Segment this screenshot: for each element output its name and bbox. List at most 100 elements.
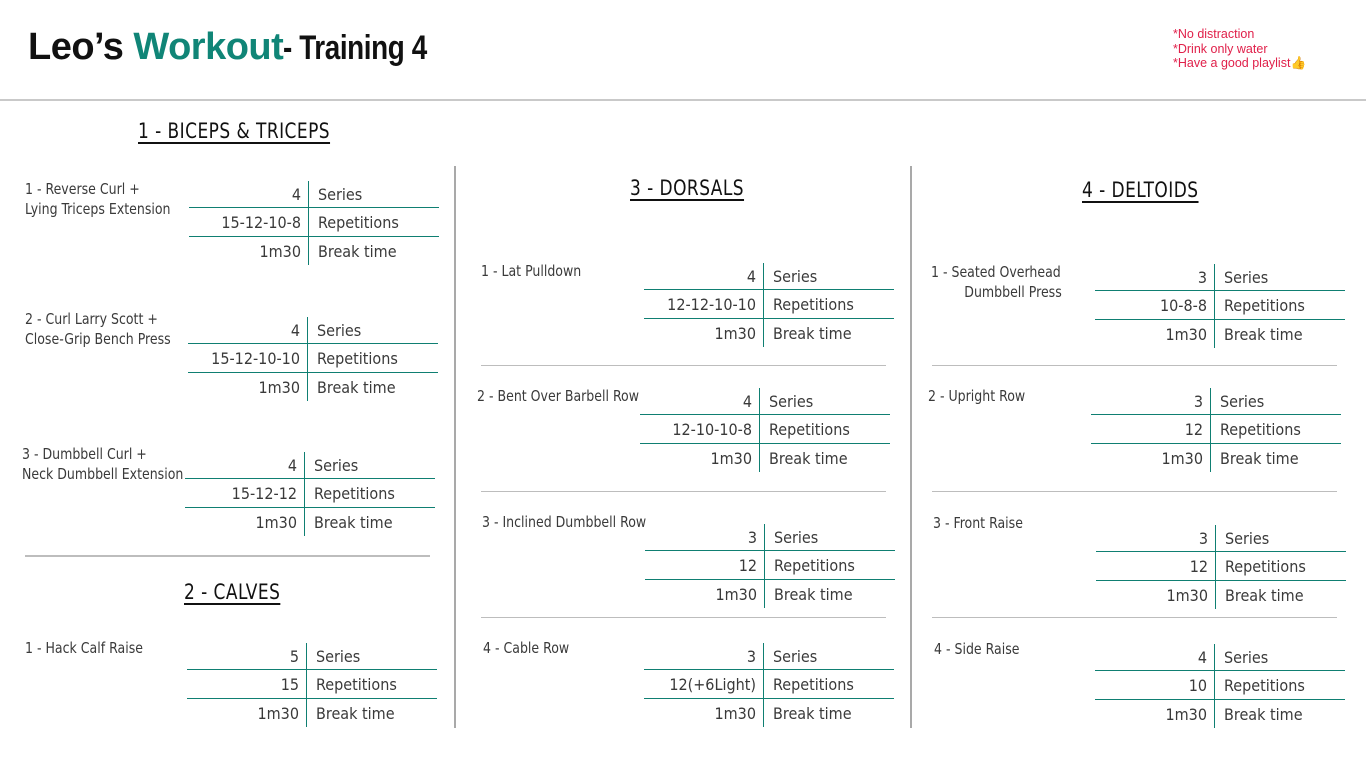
exercise-name: 4 - Side Raise (934, 640, 1019, 660)
exercise-name-line: 4 - Cable Row (483, 639, 570, 657)
exercise-label: Break time (769, 448, 848, 468)
exercise-name-line: Neck Dumbbell Extension (22, 464, 184, 483)
exercise-label: Series (773, 266, 818, 286)
exercise-table: 4 Series 10 Repetitions 1m30 Break time (1095, 644, 1345, 728)
exercise-value: 1m30 (644, 319, 764, 347)
series-row: 3 Series (1095, 264, 1345, 291)
exercise-label: Series (314, 455, 359, 475)
exercise-name: 3 - Front Raise (933, 514, 1023, 534)
exercise-value: 3 (644, 643, 764, 669)
exercise-table: 4 Series 12-12-10-10 Repetitions 1m30 Break t… (644, 263, 894, 347)
series-row: 4 Series (188, 317, 438, 344)
exercise-name-line: 1 - Lat Pulldown (481, 262, 582, 280)
exercise-value: 15-12-10-10 (188, 344, 308, 372)
exercise-value: 4 (644, 263, 764, 289)
repetitions-row: 12-10-10-8 Repetitions (640, 415, 890, 444)
repetitions-row: 12 Repetitions (1096, 552, 1346, 581)
exercise-value: 4 (185, 452, 305, 478)
exercise-label: Break time (774, 584, 853, 604)
break-time-row: 1m30 Break time (645, 580, 895, 608)
exercise-value: 1m30 (188, 373, 308, 401)
break-time-row: 1m30 Break time (1091, 444, 1341, 472)
exercise-label: Break time (773, 703, 852, 723)
title-accent: Workout (133, 26, 284, 68)
repetitions-row: 15-12-12 Repetitions (185, 479, 435, 508)
tips-notes: *No distraction *Drink only water *Have … (1173, 27, 1306, 71)
exercise-value: 1m30 (644, 699, 764, 727)
exercise-value: 4 (640, 388, 760, 414)
exercise-table: 3 Series 12 Repetitions 1m30 Break time (645, 524, 895, 608)
exercise-name: 2 - Curl Larry Scott + Close-Grip Bench P… (25, 310, 171, 349)
break-time-row: 1m30 Break time (640, 444, 890, 472)
exercise-name-line: 2 - Curl Larry Scott + (25, 310, 158, 328)
exercise-label: Series (1225, 528, 1270, 548)
note-item: *No distraction (1173, 27, 1255, 41)
exercise-label: Repetitions (769, 419, 850, 439)
exercise-value: 15-12-12 (185, 479, 305, 507)
exercise-label: Repetitions (1224, 295, 1305, 315)
repetitions-row: 15-12-10-8 Repetitions (189, 208, 439, 237)
exercise-name-line: Lying Triceps Extension (25, 199, 171, 218)
exercise-divider (481, 491, 886, 492)
exercise-value: 1m30 (1096, 581, 1216, 609)
exercise-label: Repetitions (773, 674, 854, 694)
exercise-table: 4 Series 15-12-12 Repetitions 1m30 Break time (185, 452, 435, 536)
exercise-name-line: 3 - Front Raise (933, 514, 1023, 532)
title-suffix: - Training 4 (283, 29, 428, 67)
repetitions-row: 12 Repetitions (645, 551, 895, 580)
exercise-divider (932, 365, 1337, 366)
exercise-value: 5 (187, 643, 307, 669)
series-row: 4 Series (640, 388, 890, 415)
exercise-label: Break time (1224, 704, 1303, 724)
break-time-row: 1m30 Break time (644, 699, 894, 727)
exercise-value: 12(+6Light) (644, 670, 764, 698)
exercise-label: Break time (317, 377, 396, 397)
section-title-biceps: 1 - BICEPS & TRICEPS (138, 119, 331, 143)
exercise-value: 3 (645, 524, 765, 550)
exercise-label: Series (1224, 647, 1269, 667)
exercise-name-line: 1 - Hack Calf Raise (25, 639, 143, 657)
exercise-value: 1m30 (185, 508, 305, 536)
repetitions-row: 12(+6Light) Repetitions (644, 670, 894, 699)
exercise-value: 4 (189, 181, 309, 207)
exercise-name: 1 - Reverse Curl + Lying Triceps Extensio… (25, 180, 171, 219)
exercise-value: 1m30 (1095, 320, 1215, 348)
series-row: 3 Series (645, 524, 895, 551)
exercise-label: Repetitions (1225, 556, 1306, 576)
exercise-divider (481, 617, 886, 618)
exercise-table: 3 Series 12 Repetitions 1m30 Break time (1091, 388, 1341, 472)
exercise-value: 10-8-8 (1095, 291, 1215, 319)
exercise-divider (932, 491, 1337, 492)
exercise-table: 4 Series 15-12-10-10 Repetitions 1m30 Break t… (188, 317, 438, 401)
column-divider (910, 166, 912, 728)
exercise-table: 5 Series 15 Repetitions 1m30 Break time (187, 643, 437, 727)
break-time-row: 1m30 Break time (189, 237, 439, 265)
page-title: Leo’s Workout - Training 4 (28, 26, 459, 69)
exercise-divider (481, 365, 886, 366)
exercise-value: 3 (1096, 525, 1216, 551)
exercise-table: 3 Series 12 Repetitions 1m30 Break time (1096, 525, 1346, 609)
exercise-label: Break time (773, 323, 852, 343)
exercise-value: 4 (1095, 644, 1215, 670)
exercise-name-line: 2 - Bent Over Barbell Row (477, 387, 639, 405)
exercise-name-line: 4 - Side Raise (934, 640, 1020, 658)
exercise-table: 3 Series 10-8-8 Repetitions 1m30 Break time (1095, 264, 1345, 348)
exercise-label: Break time (316, 703, 395, 723)
exercise-value: 15-12-10-8 (189, 208, 309, 236)
break-time-row: 1m30 Break time (187, 699, 437, 727)
repetitions-row: 15-12-10-10 Repetitions (188, 344, 438, 373)
break-time-row: 1m30 Break time (1095, 700, 1345, 728)
exercise-value: 4 (188, 317, 308, 343)
break-time-row: 1m30 Break time (188, 373, 438, 401)
series-row: 4 Series (1095, 644, 1345, 671)
exercise-name: 3 - Inclined Dumbbell Row (482, 513, 646, 533)
series-row: 4 Series (189, 181, 439, 208)
repetitions-row: 12 Repetitions (1091, 415, 1341, 444)
note-item: *Have a good playlist👍 (1173, 56, 1307, 70)
exercise-label: Repetitions (1220, 419, 1301, 439)
repetitions-row: 12-12-10-10 Repetitions (644, 290, 894, 319)
break-time-row: 1m30 Break time (644, 319, 894, 347)
exercise-name: 2 - Bent Over Barbell Row (477, 387, 639, 407)
exercise-label: Series (1224, 267, 1269, 287)
exercise-name-line: 2 - Upright Row (928, 387, 1026, 405)
